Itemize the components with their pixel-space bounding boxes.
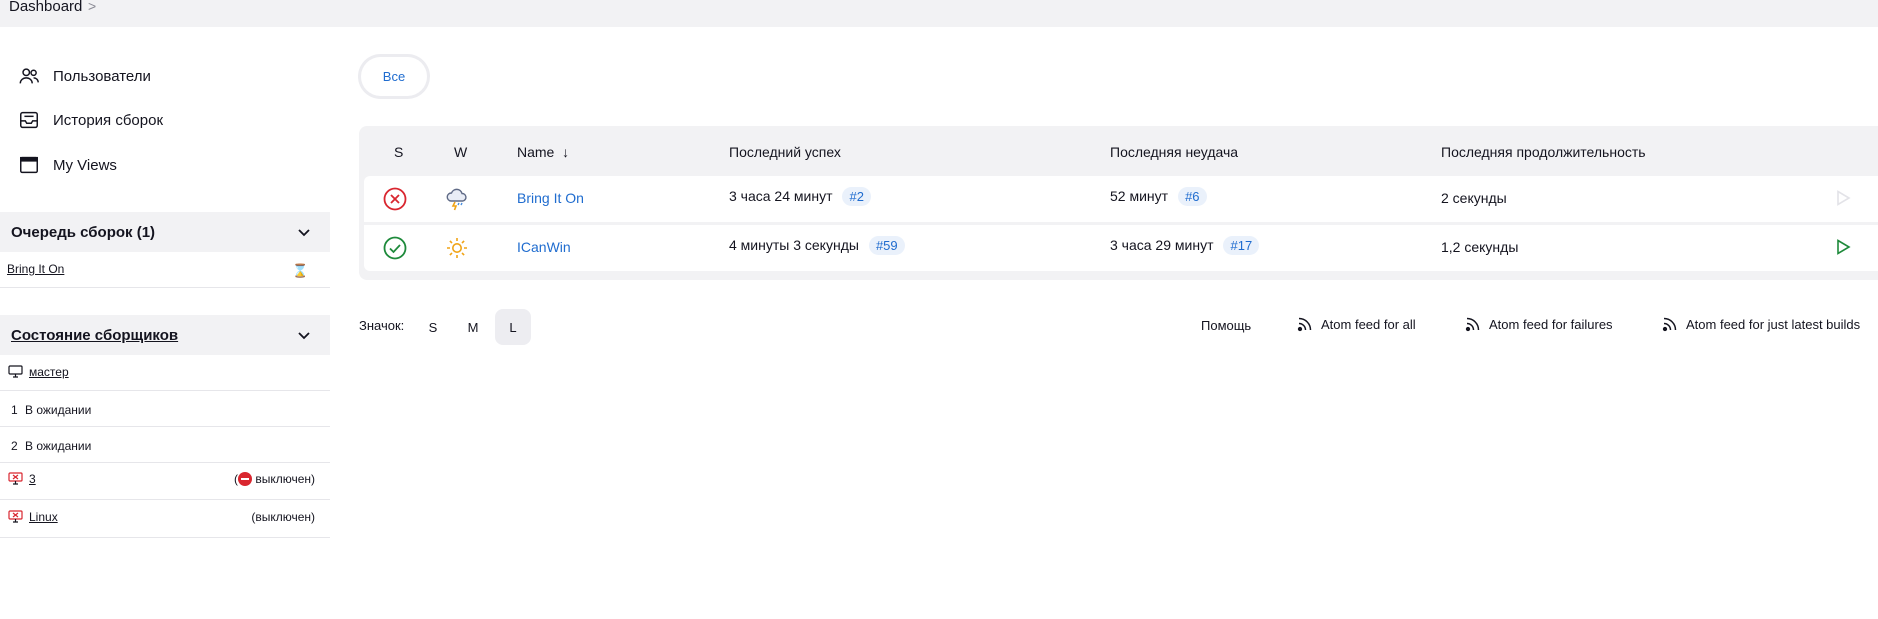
build-badge[interactable]: #2 (842, 187, 871, 206)
last-failure-cell: 3 часа 29 минут #17 (1110, 236, 1260, 255)
table-row: Bring It On 3 часа 24 минут #2 52 минут #6… (364, 176, 1878, 222)
executor-node-3: 3 ( выключен) (0, 462, 330, 500)
chevron-down-icon[interactable] (296, 327, 312, 343)
help-link[interactable]: Помощь (1201, 318, 1251, 333)
node-link[interactable]: Linux (29, 510, 58, 524)
executors-header[interactable]: Состояние сборщиков (0, 315, 330, 355)
storm-weather-icon (446, 188, 467, 211)
tab-all[interactable]: Все (361, 57, 427, 96)
chevron-down-icon[interactable] (296, 224, 312, 240)
atom-feed-latest-link[interactable]: Atom feed for just latest builds (1662, 316, 1860, 332)
stop-icon (237, 472, 252, 486)
sidebar-item-label: Пользователи (53, 67, 151, 85)
sunny-weather-icon (447, 238, 467, 258)
success-status-icon (383, 236, 407, 260)
jobs-table: S W Name ↓ Последний успех Последняя неу… (359, 126, 1878, 280)
rss-icon (1465, 317, 1480, 332)
executor-status: В ожидании (25, 403, 92, 417)
window-icon (20, 156, 38, 174)
column-header-weather[interactable]: W (454, 144, 467, 160)
column-header-last-success[interactable]: Последний успех (729, 144, 841, 160)
failed-status-icon (383, 187, 407, 211)
hourglass-icon: ⌛ (292, 263, 309, 278)
sidebar-item-build-history[interactable]: История сборок (18, 108, 163, 132)
breadcrumb-dashboard[interactable]: Dashboard (9, 0, 82, 15)
queue-item-link[interactable]: Bring It On (7, 262, 64, 276)
column-header-last-failure[interactable]: Последняя неудача (1110, 144, 1238, 160)
icon-size-s-button[interactable]: S (415, 309, 451, 345)
executor-node-linux: Linux (выключен) (0, 500, 330, 538)
computer-offline-icon (8, 472, 23, 485)
atom-feed-all-link[interactable]: Atom feed for all (1297, 316, 1416, 332)
duration-cell: 1,2 секунды (1441, 239, 1519, 255)
people-icon (19, 68, 39, 84)
sort-arrow-icon: ↓ (562, 144, 570, 160)
sidebar-item-users[interactable]: Пользователи (18, 64, 151, 88)
breadcrumb-separator[interactable]: > (88, 0, 96, 14)
executors-title[interactable]: Состояние сборщиков (11, 327, 178, 344)
inbox-icon (20, 111, 38, 129)
sidebar-item-my-views[interactable]: My Views (18, 153, 117, 177)
column-header-status[interactable]: S (394, 144, 403, 160)
build-queue-header[interactable]: Очередь сборок (1) (0, 212, 330, 252)
executor-slot: 2 В ожидании (0, 427, 330, 463)
executor-number: 1 (11, 403, 18, 417)
icon-size-l-button[interactable]: L (495, 309, 531, 345)
column-header-name[interactable]: Name ↓ (517, 144, 569, 160)
rss-icon (1662, 317, 1677, 332)
list-item: Bring It On ⌛ (0, 252, 330, 288)
executor-number: 2 (11, 439, 18, 453)
node-status: ( выключен) (233, 472, 315, 486)
icon-size-m-button[interactable]: M (455, 309, 491, 345)
last-success-cell: 4 минуты 3 секунды #59 (729, 236, 905, 255)
last-failure-cell: 52 минут #6 (1110, 187, 1207, 206)
build-badge[interactable]: #6 (1178, 187, 1207, 206)
job-link[interactable]: ICanWin (517, 239, 571, 255)
computer-offline-icon (8, 510, 23, 523)
play-icon[interactable] (1834, 238, 1852, 256)
last-success-cell: 3 часа 24 минут #2 (729, 187, 871, 206)
play-icon[interactable] (1834, 189, 1852, 207)
column-header-last-duration[interactable]: Последняя продолжительность (1441, 144, 1646, 160)
executor-status: В ожидании (25, 439, 92, 453)
job-link[interactable]: Bring It On (517, 190, 584, 206)
node-link[interactable]: мастер (29, 365, 69, 379)
icon-size-label: Значок: (359, 318, 405, 333)
build-queue-title: Очередь сборок (1) (11, 223, 156, 241)
table-row: ICanWin 4 минуты 3 секунды #59 3 часа 29 … (364, 225, 1878, 271)
atom-feed-failures-link[interactable]: Atom feed for failures (1465, 316, 1613, 332)
sidebar-item-label: История сборок (53, 111, 164, 129)
node-status: (выключен) (251, 510, 315, 524)
node-link[interactable]: 3 (29, 472, 36, 486)
build-badge[interactable]: #59 (868, 236, 905, 255)
executor-node-master: мастер (0, 355, 330, 391)
executor-slot: 1 В ожидании (0, 391, 330, 427)
rss-icon (1297, 317, 1312, 332)
sidebar-item-label: My Views (53, 156, 117, 174)
computer-icon (8, 365, 23, 378)
duration-cell: 2 секунды (1441, 190, 1507, 206)
top-bar: Dashboard > (0, 0, 1878, 27)
build-badge[interactable]: #17 (1223, 236, 1260, 255)
